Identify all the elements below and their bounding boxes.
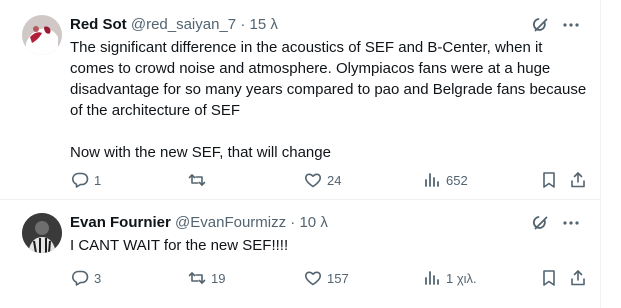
timeline: Red Sot @red_saiyan_7 · 15 λ The signifi… [0,0,601,308]
tweet-header: Evan Fournier @EvanFourmizz · 10 λ [70,213,328,233]
tweet-top-actions [532,16,580,34]
views-button[interactable]: 652 [422,170,468,190]
tweet-paragraph: Now with the new SEF, that will change [70,144,331,161]
tweet[interactable]: Red Sot @red_saiyan_7 · 15 λ The signifi… [0,0,600,200]
share-icon [571,172,585,188]
views-count: 1 χιλ. [446,270,477,286]
views-button[interactable]: 1 χιλ. [422,268,477,288]
share-button[interactable] [568,268,588,288]
reply-button[interactable]: 3 [70,268,101,288]
tweet-text: The significant difference in the acoust… [70,37,590,163]
views-count: 652 [446,172,468,188]
grok-icon[interactable] [532,16,550,34]
user-handle[interactable]: @red_saiyan_7 [131,16,236,33]
retweet-count: 19 [211,270,226,286]
display-name[interactable]: Red Sot [70,16,127,33]
bookmark-icon [543,172,555,188]
timestamp[interactable]: 10 λ [299,214,327,231]
avatar-image [22,15,62,55]
more-icon[interactable] [562,214,580,232]
like-count: 157 [327,270,349,286]
share-icon [571,270,585,286]
tweet-text: I CANT WAIT for the new SEF!!!! [70,235,590,256]
tweet[interactable]: Evan Fournier @EvanFourmizz · 10 λ I CAN… [0,200,600,308]
bookmark-button[interactable] [539,268,559,288]
retweet-icon [188,174,206,186]
bookmark-button[interactable] [539,170,559,190]
more-icon[interactable] [562,16,580,34]
user-handle[interactable]: @EvanFourmizz [175,214,286,231]
reply-icon [72,172,89,188]
grok-icon[interactable] [532,214,550,232]
tweet-paragraph: The significant difference in the acoust… [70,39,587,119]
views-icon [425,271,439,285]
retweet-button[interactable]: 19 [187,268,225,288]
tweet-paragraph: I CANT WAIT for the new SEF!!!! [70,237,289,254]
avatar[interactable] [22,15,62,55]
heart-icon [304,271,322,286]
like-button[interactable]: 157 [303,268,349,288]
reply-count: 1 [94,172,102,188]
tweet-top-actions [532,214,580,232]
avatar[interactable] [22,213,62,253]
separator: · [240,16,246,33]
bookmark-icon [543,270,555,286]
reply-button[interactable]: 1 [70,170,101,190]
retweet-button[interactable] [187,170,211,190]
reply-count: 3 [94,270,102,286]
reply-icon [72,270,89,286]
display-name[interactable]: Evan Fournier [70,214,171,231]
like-count: 24 [327,172,342,188]
avatar-image [22,213,62,253]
tweet-header: Red Sot @red_saiyan_7 · 15 λ [70,15,278,35]
tweet-actions: 3 19 157 1 χιλ. [70,268,590,288]
heart-icon [304,173,322,188]
share-button[interactable] [568,170,588,190]
tweet-actions: 1 24 652 [70,170,590,190]
retweet-icon [188,272,206,284]
views-icon [425,173,439,187]
timestamp[interactable]: 15 λ [249,16,277,33]
like-button[interactable]: 24 [303,170,341,190]
separator: · [290,214,296,231]
